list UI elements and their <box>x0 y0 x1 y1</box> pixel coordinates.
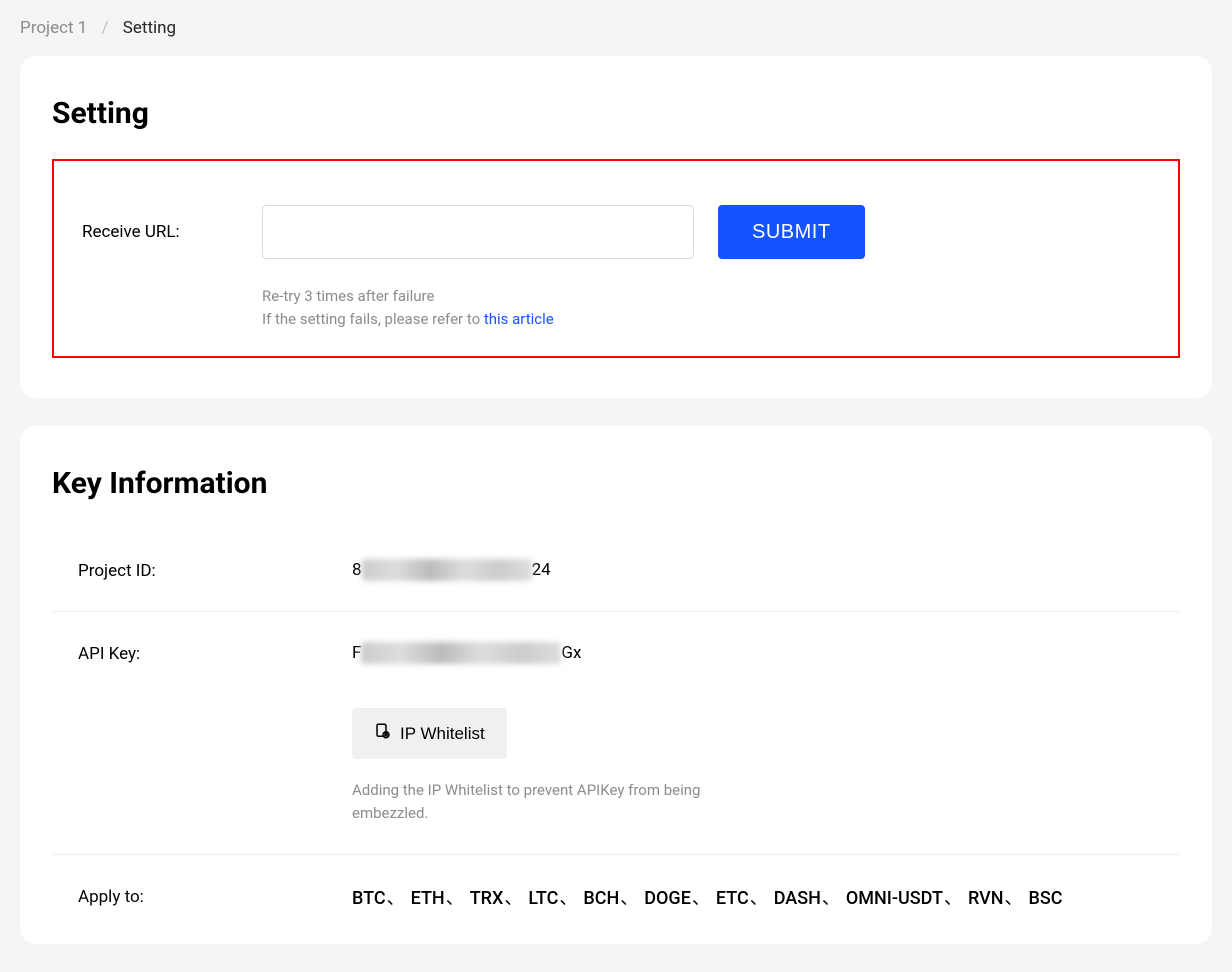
apply-to-item: TRX <box>470 888 504 909</box>
apply-to-item: LTC <box>528 888 558 909</box>
apply-to-row: Apply to: BTC、ETH、TRX、LTC、BCH、DOGE、ETC、D… <box>52 855 1180 944</box>
apply-to-separator: 、 <box>559 888 577 909</box>
hint-line-1: Re-try 3 times after failure <box>262 285 1150 308</box>
apply-to-separator: 、 <box>1005 888 1023 909</box>
apply-to-item: BCH <box>583 888 619 909</box>
receive-url-label: Receive URL: <box>82 222 238 242</box>
apply-to-separator: 、 <box>620 888 638 909</box>
apply-to-label: Apply to: <box>52 885 352 907</box>
apply-to-item: BSC <box>1029 888 1063 909</box>
setting-title: Setting <box>52 96 1180 131</box>
whitelist-hint: Adding the IP Whitelist to prevent APIKe… <box>352 779 772 824</box>
hint-line-2-prefix: If the setting fails, please refer to <box>262 310 484 328</box>
hint-line-2: If the setting fails, please refer to th… <box>262 308 1150 331</box>
receive-url-row: Receive URL: SUBMIT <box>82 205 1150 259</box>
whitelist-icon <box>374 722 392 745</box>
project-id-label: Project ID: <box>52 559 352 581</box>
receive-url-section: Receive URL: SUBMIT Re-try 3 times after… <box>52 159 1180 358</box>
key-info-card: Key Information Project ID: 8 24 API Key:… <box>20 426 1212 944</box>
breadcrumb: Project 1 / Setting <box>0 0 1232 56</box>
project-id-suffix: 24 <box>532 560 551 580</box>
project-id-value: 8 24 <box>352 559 1180 581</box>
apply-to-item: ETH <box>411 888 445 909</box>
project-id-row: Project ID: 8 24 <box>52 529 1180 612</box>
receive-url-hint: Re-try 3 times after failure If the sett… <box>262 285 1150 330</box>
api-key-value: F Gx IP Whitelist Adding the IP Whitelist… <box>352 642 1180 824</box>
hint-article-link[interactable]: this article <box>484 310 554 328</box>
api-key-prefix: F <box>352 643 361 663</box>
apply-to-separator: 、 <box>692 888 710 909</box>
api-key-row: API Key: F Gx IP Whitelist Adding the IP … <box>52 612 1180 855</box>
apply-to-separator: 、 <box>446 888 464 909</box>
project-id-prefix: 8 <box>352 560 362 580</box>
apply-to-item: BTC <box>352 888 386 909</box>
apply-to-separator: 、 <box>504 888 522 909</box>
submit-button[interactable]: SUBMIT <box>718 205 865 259</box>
breadcrumb-current: Setting <box>123 18 176 38</box>
apply-to-item: DOGE <box>644 888 691 909</box>
breadcrumb-parent[interactable]: Project 1 <box>20 18 87 38</box>
apply-to-separator: 、 <box>387 888 405 909</box>
key-info-title: Key Information <box>52 466 1180 501</box>
project-id-masked <box>362 559 532 581</box>
apply-to-separator: 、 <box>750 888 768 909</box>
receive-url-input[interactable] <box>262 205 694 259</box>
apply-to-separator: 、 <box>944 888 962 909</box>
apply-to-value: BTC、ETH、TRX、LTC、BCH、DOGE、ETC、DASH、OMNI-U… <box>352 885 1180 914</box>
apply-to-separator: 、 <box>822 888 840 909</box>
apply-to-item: RVN <box>968 888 1004 909</box>
api-key-suffix: Gx <box>561 643 581 663</box>
api-key-label: API Key: <box>52 642 352 664</box>
apply-to-item: DASH <box>774 888 821 909</box>
breadcrumb-separator: / <box>102 18 109 38</box>
api-key-masked <box>361 642 561 664</box>
apply-to-item: ETC <box>716 888 749 909</box>
ip-whitelist-label: IP Whitelist <box>400 724 485 744</box>
setting-card: Setting Receive URL: SUBMIT Re-try 3 tim… <box>20 56 1212 398</box>
apply-to-item: OMNI-USDT <box>846 888 943 909</box>
ip-whitelist-button[interactable]: IP Whitelist <box>352 708 507 759</box>
